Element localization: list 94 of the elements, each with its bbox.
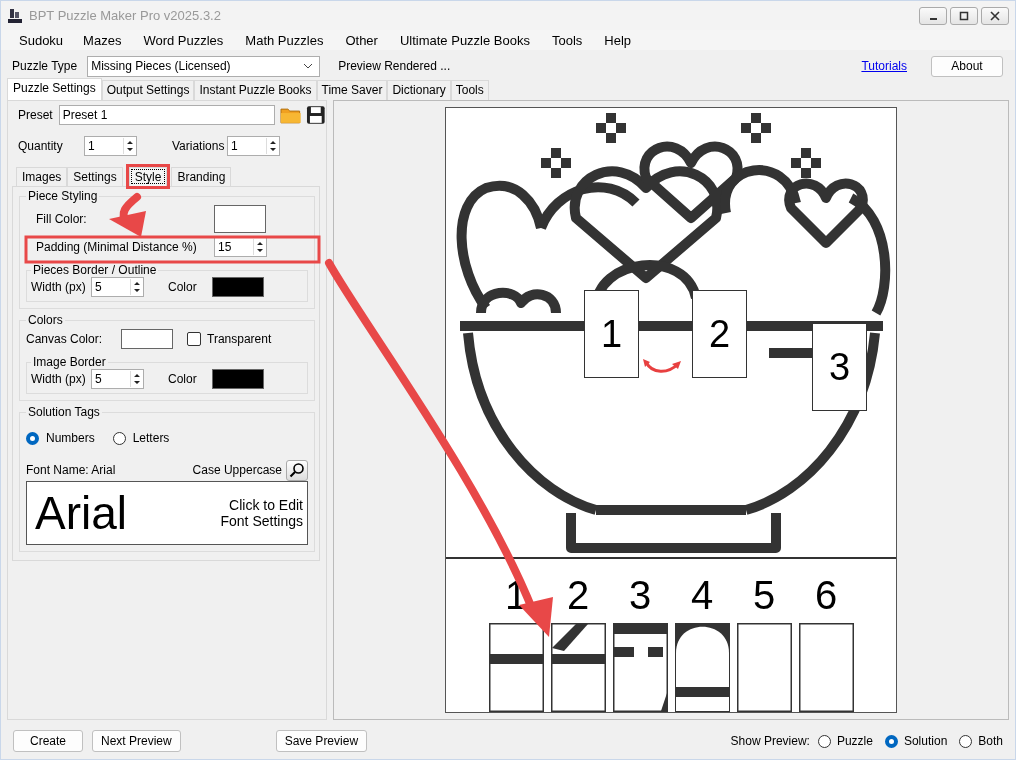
menu-item[interactable]: Mazes — [83, 32, 122, 48]
color-label: Color — [168, 372, 198, 386]
fill-color-swatch[interactable] — [214, 205, 266, 233]
swap-arrow-icon — [642, 358, 682, 374]
piece-number: 5 — [752, 573, 776, 617]
canvas-color-swatch[interactable] — [121, 329, 173, 349]
fill-color-label: Fill Color: — [36, 212, 88, 226]
piece-number: 4 — [690, 573, 714, 617]
quantity-spinner[interactable]: 1 — [84, 136, 137, 156]
edit-font-hint: Click to Edit — [229, 497, 303, 513]
variations-label: Variations — [172, 139, 226, 153]
piece-number: 6 — [814, 573, 838, 617]
color-swatch[interactable] — [212, 277, 264, 297]
spinner-arrows-icon[interactable] — [130, 279, 143, 295]
width-spinner[interactable]: 5 — [91, 369, 144, 389]
radio-button[interactable] — [112, 431, 126, 445]
padding-label: Padding (Minimal Distance %) — [36, 240, 198, 254]
tab[interactable]: Tools — [450, 80, 489, 100]
menu-item[interactable]: Tools — [552, 32, 583, 48]
tab[interactable]: Dictionary — [387, 80, 451, 100]
tab[interactable]: Puzzle Settings — [7, 78, 102, 100]
font-sample: Arial — [35, 486, 128, 540]
menu-item[interactable]: Other — [345, 32, 378, 48]
padding-spinner[interactable]: 15 — [214, 237, 267, 257]
font-name-label: Font Name: Arial — [26, 463, 116, 477]
menu-item[interactable]: Ultimate Puzzle Books — [399, 32, 530, 48]
radio-label: Puzzle — [836, 734, 873, 748]
quantity-label: Quantity — [18, 139, 64, 153]
preset-label: Preset — [18, 108, 53, 122]
minimize-button[interactable] — [919, 6, 947, 25]
preset-field[interactable]: Preset 1 — [58, 105, 275, 125]
transparent-checkbox[interactable] — [187, 332, 201, 346]
create-button[interactable]: Create — [13, 730, 83, 752]
group-title: Pieces Border / Outline — [32, 263, 158, 277]
variations-spinner[interactable]: 1 — [227, 136, 280, 156]
caret-icon — [303, 63, 314, 69]
font-preview-panel[interactable]: Arial Click to Edit Font Settings — [26, 481, 308, 545]
about-button[interactable]: About — [931, 55, 1003, 77]
search-button[interactable] — [286, 459, 308, 481]
radio-label: Letters — [132, 431, 170, 445]
transparent-label: Transparent — [207, 332, 272, 346]
status-text: Preview Rendered ... — [338, 59, 451, 73]
maximize-icon — [959, 10, 969, 21]
save-preview-button[interactable]: Save Preview — [275, 730, 368, 752]
piece-number: 2 — [566, 573, 590, 617]
tab[interactable]: Time Saver — [316, 80, 388, 100]
menu-item[interactable]: Sudoku — [19, 32, 64, 48]
close-icon — [990, 10, 1000, 21]
width-label: Width (px) — [31, 372, 87, 386]
annotation-arrow — [109, 193, 146, 237]
puzzle-type-dropdown[interactable]: Missing Pieces (Licensed) — [87, 55, 321, 77]
menu-item[interactable]: Word Puzzles — [143, 32, 224, 48]
case-label: Case Uppercase — [192, 463, 282, 477]
solution-tag: 1 — [584, 290, 639, 378]
spinner-arrows-icon[interactable] — [253, 239, 266, 255]
tab[interactable]: Style — [128, 167, 168, 186]
radio-button[interactable] — [817, 734, 831, 748]
width-spinner[interactable]: 5 — [91, 277, 144, 297]
maximize-button[interactable] — [950, 6, 978, 25]
save-icon[interactable] — [306, 105, 326, 125]
tutorials-link[interactable]: Tutorials — [861, 59, 907, 73]
width-label: Width (px) — [31, 280, 87, 294]
spinner-arrows-icon[interactable] — [123, 138, 136, 154]
group-title: Solution Tags — [27, 405, 101, 419]
group-title: Image Border — [32, 355, 107, 369]
menu-item[interactable]: Help — [604, 32, 632, 48]
tab[interactable]: Output Settings — [101, 80, 195, 100]
canvas-color-label: Canvas Color: — [26, 332, 104, 346]
close-button[interactable] — [981, 6, 1009, 25]
radio-label: Both — [978, 734, 1003, 748]
puzzle-type-label: Puzzle Type — [12, 59, 78, 73]
color-swatch[interactable] — [212, 369, 264, 389]
piece-number: 3 — [628, 573, 652, 617]
radio-label: Numbers — [46, 431, 95, 445]
window-title: BPT Puzzle Maker Pro v2025.3.2 — [29, 8, 221, 23]
app-logo-icon — [7, 7, 23, 24]
show-preview-label: Show Preview: — [730, 734, 810, 748]
radio-button[interactable] — [884, 734, 898, 748]
tab[interactable]: Instant Puzzle Books — [194, 80, 317, 100]
radio-button[interactable] — [959, 734, 973, 748]
highlight-box — [125, 164, 171, 189]
color-label: Color — [168, 280, 198, 294]
spinner-arrows-icon[interactable] — [266, 138, 279, 154]
solution-tag: 2 — [692, 290, 747, 378]
menu-item[interactable]: Math Puzzles — [245, 32, 324, 48]
edit-font-hint: Font Settings — [220, 513, 303, 529]
solution-tag: 3 — [812, 323, 867, 411]
spinner-arrows-icon[interactable] — [130, 371, 143, 387]
group-title: Colors — [27, 313, 64, 327]
radio-button[interactable] — [26, 431, 39, 445]
next-preview-button[interactable]: Next Preview — [92, 730, 181, 752]
radio-label: Solution — [903, 734, 948, 748]
group-title: Piece Styling — [27, 189, 99, 203]
minimize-icon — [929, 17, 937, 20]
